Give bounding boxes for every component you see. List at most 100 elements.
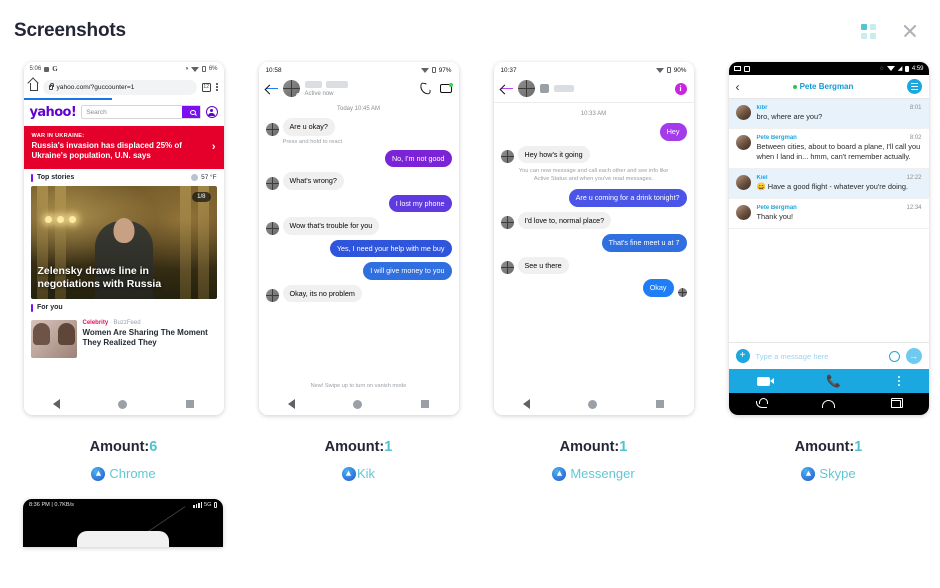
app-label[interactable]: Kik xyxy=(241,466,476,481)
recents-button[interactable] xyxy=(656,400,665,408)
phone-screenshot-skype[interactable]: ◌ ◢ 4:59 ‹ Pete Bergman kibr 8:01 bro, w… xyxy=(728,62,929,415)
message-bubble[interactable]: What's wrong? xyxy=(282,172,344,190)
message-bubble[interactable]: Hey xyxy=(659,123,687,141)
message-bubble[interactable]: Hey how's it going xyxy=(517,145,590,163)
message-composer: + Type a message here → xyxy=(728,342,929,369)
phone-call-icon[interactable] xyxy=(420,83,431,94)
send-arrow-icon[interactable]: → xyxy=(905,348,922,364)
news-alert-banner[interactable]: WAR IN UKRAINE: Russia's invasion has di… xyxy=(23,125,224,169)
story-counter: 1/8 xyxy=(192,191,211,202)
message-bubble[interactable]: Are u okay? xyxy=(282,118,335,136)
account-icon[interactable] xyxy=(205,106,218,118)
battery-icon xyxy=(432,67,436,73)
yahoo-logo[interactable]: yahoo! xyxy=(30,105,77,120)
back-button[interactable] xyxy=(265,84,278,93)
call-actions-bar: 📞 xyxy=(728,369,929,393)
info-icon[interactable]: i xyxy=(674,82,687,95)
home-button[interactable] xyxy=(822,400,836,408)
amount-value: 1 xyxy=(384,439,393,455)
app-label[interactable]: Chrome xyxy=(6,466,241,481)
message-bubble[interactable]: See u there xyxy=(517,256,569,275)
message-row[interactable]: Pete Bergman 12:34 Thank you! xyxy=(728,199,929,229)
plus-icon[interactable]: + xyxy=(735,349,750,363)
home-icon[interactable] xyxy=(29,83,38,91)
wifi-icon xyxy=(656,67,665,73)
message-row[interactable]: Pete Bergman 8:02 Between cities, about … xyxy=(728,129,929,169)
for-you-article[interactable]: Celebrity · BuzzFeed Women Are Sharing T… xyxy=(24,316,224,358)
amount-value: 1 xyxy=(619,439,628,455)
recents-button[interactable] xyxy=(421,400,430,408)
page-title: Screenshots xyxy=(14,20,126,41)
messenger-app-icon xyxy=(552,466,567,481)
chevron-right-icon[interactable]: › xyxy=(212,141,216,153)
more-options-icon[interactable] xyxy=(897,375,901,387)
recents-button[interactable] xyxy=(890,398,903,408)
yahoo-header: yahoo! Search xyxy=(23,99,224,126)
voice-call-icon[interactable]: 📞 xyxy=(826,375,841,387)
video-call-icon[interactable] xyxy=(439,83,453,93)
phone-screenshot-kik[interactable]: 10:58 97% Active now Today 10:45 AM Are … xyxy=(258,62,459,415)
back-button[interactable] xyxy=(522,399,530,409)
message-bubble[interactable]: Are u coming for a drink tonight? xyxy=(568,189,687,207)
message-bubble[interactable]: I lost my phone xyxy=(388,194,452,212)
message-bubble[interactable]: Okay, its no problem xyxy=(282,284,362,302)
message-bubble[interactable]: Wow that's trouble for you xyxy=(282,217,380,235)
chevron-left-icon[interactable]: ‹ xyxy=(736,81,740,93)
hamburger-circle-icon[interactable] xyxy=(906,79,922,94)
contact-avatar[interactable] xyxy=(517,80,535,97)
sender-name: Kiel xyxy=(756,174,768,181)
message-time: 12:34 xyxy=(906,204,922,211)
message-row[interactable]: kibr 8:01 bro, where are you? xyxy=(728,99,929,129)
back-button[interactable] xyxy=(52,399,60,409)
screenshots-grid-row-2: 8:36 PM | 0.7KB/s 5G xyxy=(6,499,940,547)
message-row: That's fine meet u at 7 xyxy=(501,234,687,252)
app-label[interactable]: Skype xyxy=(711,466,940,481)
phone-screenshot-chrome[interactable]: 5:06 G ◑ 6% yahoo.com/?guccounter=1 12 y… xyxy=(23,62,224,415)
message-input[interactable]: Type a message here xyxy=(756,352,883,361)
message-row[interactable]: Kiel 12:22 😄 Have a good flight - whatev… xyxy=(728,168,929,199)
article-kicker: Celebrity · BuzzFeed xyxy=(82,319,141,326)
emoji-icon[interactable] xyxy=(888,350,900,362)
amount-value: 1 xyxy=(854,439,863,455)
overflow-menu-icon[interactable] xyxy=(215,83,218,91)
card-caption: Amount:1 Messenger xyxy=(476,439,711,481)
message-bubble[interactable]: That's fine meet u at 7 xyxy=(601,234,687,252)
back-button[interactable] xyxy=(756,397,769,408)
message-row: Are u coming for a drink tonight? xyxy=(501,189,687,207)
address-bar[interactable]: yahoo.com/?guccounter=1 xyxy=(42,79,197,95)
card-caption: Amount:1 Kik xyxy=(241,439,476,481)
app-label[interactable]: Messenger xyxy=(476,466,711,481)
phone-screenshot-partial[interactable]: 8:36 PM | 0.7KB/s 5G xyxy=(23,499,223,547)
message-row: Hey xyxy=(501,123,687,141)
contact-name-redacted xyxy=(304,80,322,88)
home-button[interactable] xyxy=(588,399,598,409)
tab-count-button[interactable]: 12 xyxy=(201,82,211,92)
screenshots-grid: 5:06 G ◑ 6% yahoo.com/?guccounter=1 12 y… xyxy=(6,62,940,481)
message-list: Today 10:45 AM Are u okay? Press and hol… xyxy=(259,102,459,383)
message-bubble[interactable]: Okay xyxy=(642,279,674,297)
close-icon[interactable] xyxy=(902,23,918,39)
phone-screenshot-messenger[interactable]: 10:37 90% i 10:33 AM Hey Hey how's it go… xyxy=(493,62,694,415)
message-bubble[interactable]: I will give money to you xyxy=(363,262,452,280)
message-bubble[interactable]: No, I'm not good xyxy=(384,149,452,167)
message-time: 8:02 xyxy=(909,134,922,141)
yahoo-search-input[interactable]: Search xyxy=(81,105,201,119)
top-story-hero[interactable]: 1/8 Zelensky draws line in negotiations … xyxy=(30,185,217,299)
back-button[interactable] xyxy=(500,84,513,93)
video-call-icon[interactable] xyxy=(756,376,774,386)
recents-button[interactable] xyxy=(186,400,195,408)
android-nav-bar xyxy=(493,393,694,415)
apps-grid-icon[interactable] xyxy=(861,23,876,39)
contact-avatar[interactable] xyxy=(282,80,300,97)
search-icon[interactable] xyxy=(181,106,200,118)
message-bubble[interactable]: I'd love to, normal place? xyxy=(517,211,612,230)
home-button[interactable] xyxy=(353,399,363,409)
conversation-header: i xyxy=(494,78,694,102)
status-time: 10:58 xyxy=(265,66,282,74)
status-bar: 8:36 PM | 0.7KB/s 5G xyxy=(23,499,223,511)
message-bubble[interactable]: Yes, I need your help with me buy xyxy=(329,239,452,257)
sender-avatar xyxy=(735,174,751,190)
back-button[interactable] xyxy=(287,399,295,409)
home-button[interactable] xyxy=(118,399,128,409)
save-icon xyxy=(44,66,50,72)
